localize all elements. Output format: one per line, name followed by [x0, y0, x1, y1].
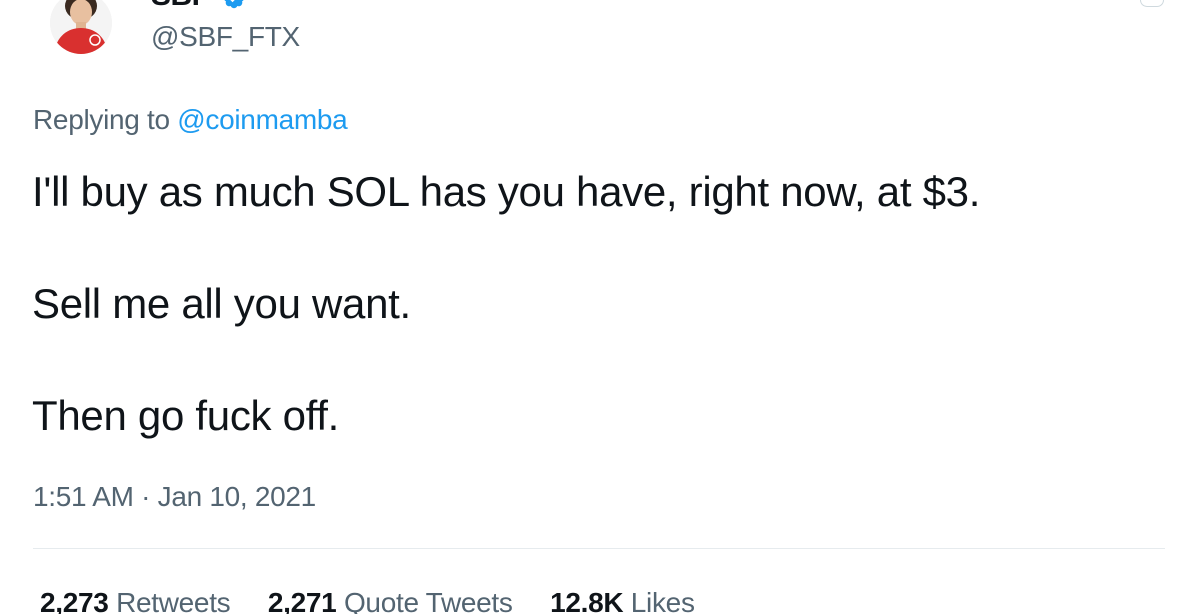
mention-link[interactable]: @coinmamba: [177, 104, 347, 135]
engagement-stats: 2,273 Retweets 2,271 Quote Tweets 12.8K …: [40, 586, 725, 614]
retweets-stat[interactable]: 2,273 Retweets: [40, 586, 231, 614]
tweet-timestamp[interactable]: 1:51 AM · Jan 10, 2021: [33, 480, 316, 514]
retweets-label: Retweets: [116, 587, 231, 614]
tweet-text-line: Then go fuck off.: [32, 392, 339, 439]
tweet-text-line: Sell me all you want.: [32, 280, 411, 327]
avatar-photo: [50, 0, 112, 54]
replying-to: Replying to @coinmamba: [33, 103, 348, 137]
more-menu-edge[interactable]: [1140, 0, 1164, 7]
display-name[interactable]: SBF: [151, 0, 210, 13]
replying-to-label: Replying to: [33, 104, 170, 135]
likes-count: 12.8K: [550, 587, 624, 614]
quote-tweets-label: Quote Tweets: [343, 587, 513, 614]
retweets-count: 2,273: [40, 587, 109, 614]
verified-badge-icon: [224, 0, 244, 9]
likes-label: Likes: [630, 587, 695, 614]
quote-tweets-count: 2,271: [267, 587, 337, 614]
divider: [33, 548, 1165, 549]
tweet-text-line: I'll buy as much SOL has you have, right…: [32, 168, 981, 215]
avatar[interactable]: [50, 0, 112, 54]
quote-tweets-stat[interactable]: 2,271 Quote Tweets: [268, 586, 513, 614]
likes-stat[interactable]: 12.8K Likes: [550, 586, 695, 614]
tweet-view: SBF @SBF_FTX Replying to @coinmamba I'll…: [0, 0, 1182, 614]
user-handle[interactable]: @SBF_FTX: [151, 20, 300, 54]
